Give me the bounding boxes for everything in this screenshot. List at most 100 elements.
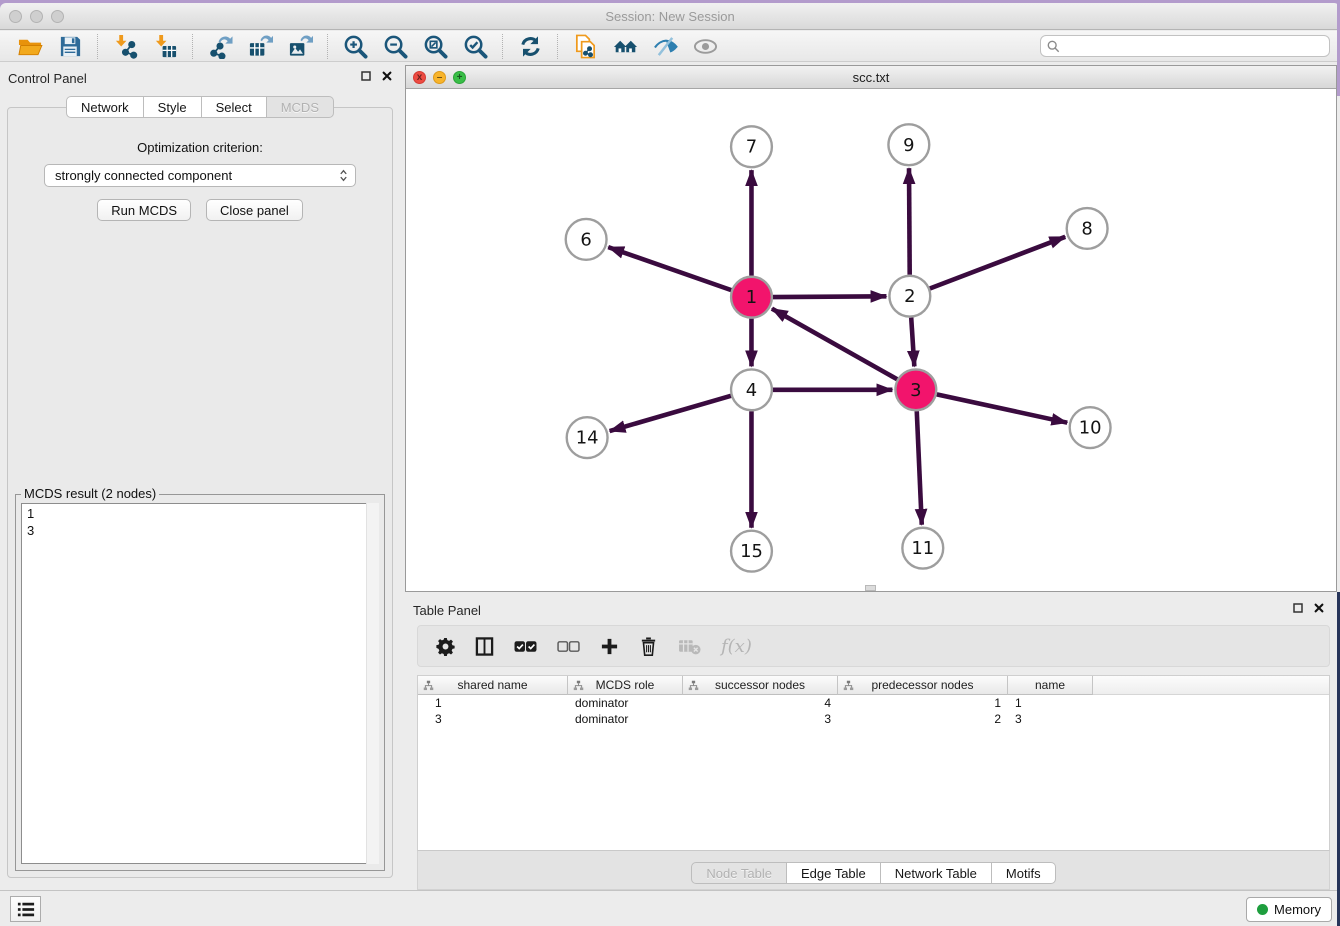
node-2[interactable]: 2 xyxy=(889,276,930,317)
float-panel-icon[interactable] xyxy=(361,71,371,81)
canvas-scroll-grip[interactable] xyxy=(865,585,876,591)
mcds-result-list[interactable]: 13 xyxy=(21,503,379,864)
edge-3-10[interactable] xyxy=(937,394,1068,422)
node-10[interactable]: 10 xyxy=(1070,407,1111,448)
column-header-filler xyxy=(1093,676,1329,695)
search-input[interactable] xyxy=(1065,38,1323,55)
search-box[interactable] xyxy=(1040,35,1330,57)
edge-1-2[interactable] xyxy=(773,296,887,297)
column-header-shared-name[interactable]: shared name xyxy=(418,676,568,695)
export-network-button[interactable] xyxy=(200,32,240,60)
export-table-button[interactable] xyxy=(240,32,280,60)
node-15[interactable]: 15 xyxy=(731,531,772,572)
window-title: Session: New Session xyxy=(0,9,1340,24)
node-3[interactable]: 3 xyxy=(895,369,936,410)
import-network-button[interactable] xyxy=(105,32,145,60)
column-header-mcds-role[interactable]: MCDS role xyxy=(568,676,683,695)
float-table-panel-icon[interactable] xyxy=(1293,603,1303,613)
export-image-button[interactable] xyxy=(280,32,320,60)
edge-3-1[interactable] xyxy=(772,309,897,380)
save-session-button[interactable] xyxy=(50,32,90,60)
table-row[interactable]: 3dominator323 xyxy=(418,711,1329,727)
edge-4-14[interactable] xyxy=(610,396,731,431)
node-11[interactable]: 11 xyxy=(902,528,943,569)
tab-select[interactable]: Select xyxy=(202,96,267,118)
columns-icon xyxy=(475,637,494,656)
node-9[interactable]: 9 xyxy=(888,124,929,165)
table-toolbar: f(x) xyxy=(417,625,1330,667)
table-cell[interactable]: dominator xyxy=(568,712,683,726)
node-7[interactable]: 7 xyxy=(731,126,772,167)
select-all-rows-button[interactable] xyxy=(514,637,537,656)
memory-button[interactable]: Memory xyxy=(1246,897,1332,922)
column-header-successor-nodes[interactable]: successor nodes xyxy=(683,676,838,695)
delete-table-button xyxy=(678,637,701,656)
node-label: 6 xyxy=(580,229,591,250)
column-tree-icon xyxy=(688,680,699,691)
table-cell[interactable]: 3 xyxy=(1008,712,1093,726)
tab-network-table[interactable]: Network Table xyxy=(881,862,992,884)
node-8[interactable]: 8 xyxy=(1067,208,1108,249)
hide-graphics-details-button[interactable] xyxy=(645,32,685,60)
network-canvas[interactable]: 7 9 6 8 1 2 4 3 14 10 15 11 xyxy=(406,90,1336,591)
run-mcds-button[interactable]: Run MCDS xyxy=(97,199,191,221)
open-session-button[interactable] xyxy=(10,32,50,60)
tab-mcds[interactable]: MCDS xyxy=(267,96,334,118)
create-column-button[interactable] xyxy=(600,637,619,656)
zoom-in-button[interactable] xyxy=(335,32,375,60)
edge-1-6[interactable] xyxy=(608,247,731,290)
edge-2-8[interactable] xyxy=(930,237,1065,289)
tab-network[interactable]: Network xyxy=(66,96,144,118)
column-tree-icon xyxy=(423,680,434,691)
zoom-selected-button[interactable] xyxy=(455,32,495,60)
table-cell[interactable]: 1 xyxy=(1008,696,1093,710)
network-graph[interactable]: 7 9 6 8 1 2 4 3 14 10 15 11 xyxy=(406,90,1336,591)
duplicate-network-button[interactable] xyxy=(565,32,605,60)
optimization-criterion-select[interactable]: strongly connected component xyxy=(44,164,356,187)
table-cell[interactable]: 4 xyxy=(683,696,838,710)
table-settings-button[interactable] xyxy=(436,637,455,656)
table-cell[interactable]: dominator xyxy=(568,696,683,710)
first-neighbors-button[interactable] xyxy=(605,32,645,60)
toolbar-separator xyxy=(327,34,328,59)
close-table-panel-icon[interactable] xyxy=(1314,603,1324,613)
zoom-fit-button[interactable] xyxy=(415,32,455,60)
close-panel-button[interactable]: Close panel xyxy=(206,199,303,221)
refresh-view-button[interactable] xyxy=(510,32,550,60)
toggle-column-view-button[interactable] xyxy=(475,637,494,656)
export-image-icon xyxy=(288,34,313,59)
table-cell[interactable]: 3 xyxy=(683,712,838,726)
delete-columns-button[interactable] xyxy=(639,637,658,656)
control-panel-content: Optimization criterion: strongly connect… xyxy=(7,107,393,878)
control-panel: Control Panel NetworkStyleSelectMCDS Opt… xyxy=(0,63,400,890)
edge-2-3[interactable] xyxy=(911,318,914,367)
memory-status-icon xyxy=(1257,904,1268,915)
zoom-out-button[interactable] xyxy=(375,32,415,60)
table-row[interactable]: 1dominator411 xyxy=(418,695,1329,711)
column-header-name[interactable]: name xyxy=(1008,676,1093,695)
edge-3-11[interactable] xyxy=(917,411,922,525)
node-4[interactable]: 4 xyxy=(731,369,772,410)
node-1[interactable]: 1 xyxy=(731,277,772,318)
tab-style[interactable]: Style xyxy=(144,96,202,118)
table-cell[interactable]: 3 xyxy=(418,712,568,726)
edge-2-9[interactable] xyxy=(909,168,910,275)
deselect-all-rows-button[interactable] xyxy=(557,637,580,656)
tab-motifs[interactable]: Motifs xyxy=(992,862,1056,884)
table-cell[interactable]: 1 xyxy=(418,696,568,710)
mcds-result-scrollbar[interactable] xyxy=(366,503,379,864)
node-label: 2 xyxy=(904,286,915,307)
mcds-result-box: MCDS result (2 nodes) 13 xyxy=(15,494,385,871)
node-6[interactable]: 6 xyxy=(566,219,607,260)
column-header-predecessor-nodes[interactable]: predecessor nodes xyxy=(838,676,1008,695)
task-history-button[interactable] xyxy=(10,896,41,922)
node-14[interactable]: 14 xyxy=(567,417,608,458)
main-toolbar xyxy=(0,31,1340,62)
tab-edge-table[interactable]: Edge Table xyxy=(787,862,881,884)
control-panel-title: Control Panel xyxy=(0,63,400,86)
table-cell[interactable]: 2 xyxy=(838,712,1008,726)
close-panel-icon[interactable] xyxy=(382,71,392,81)
import-table-button[interactable] xyxy=(145,32,185,60)
table-cell[interactable]: 1 xyxy=(838,696,1008,710)
tab-node-table[interactable]: Node Table xyxy=(691,862,787,884)
